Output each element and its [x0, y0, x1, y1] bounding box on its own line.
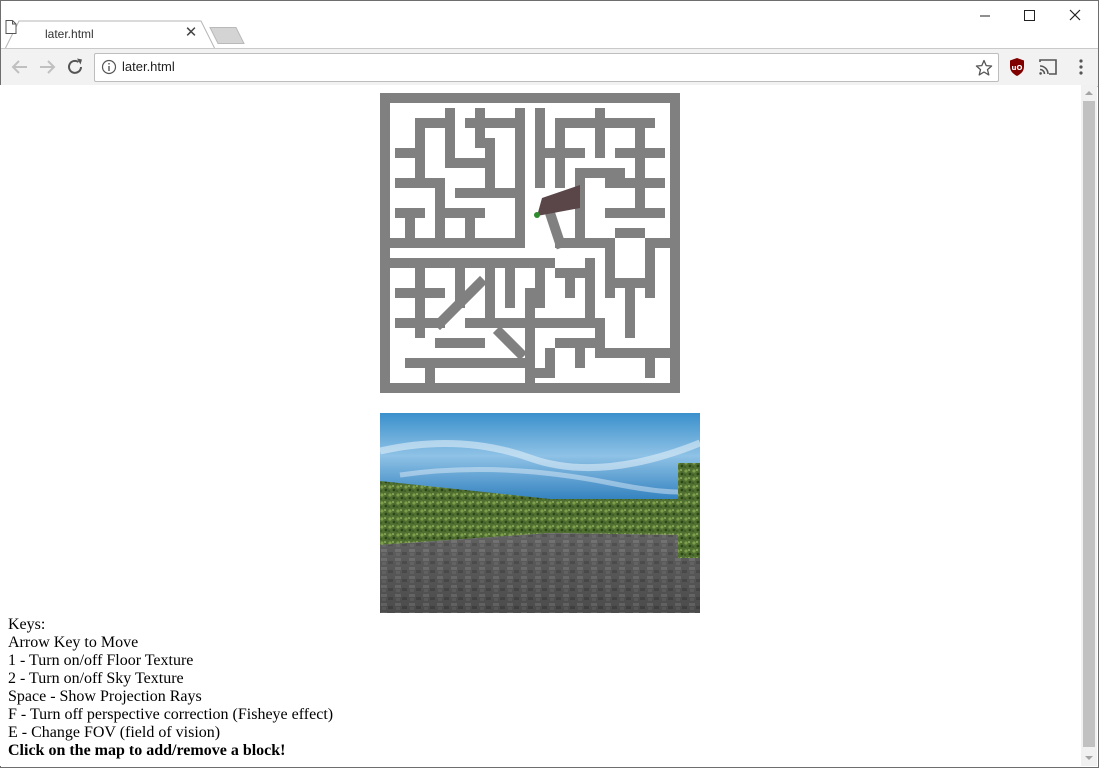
tab-close-icon[interactable]: ✕	[184, 23, 198, 43]
help-line: Arrow Key to Move	[8, 634, 139, 651]
page-content: Keys: Arrow Key to Move 1 - Turn on/off …	[0, 85, 1081, 766]
help-line: E - Change FOV (field of vision)	[8, 724, 221, 741]
browser-toolbar: later.html uO	[1, 48, 1098, 87]
address-text: later.html	[122, 59, 175, 74]
kebab-menu-icon[interactable]	[1073, 57, 1089, 77]
help-line: Space - Show Projection Rays	[8, 688, 202, 705]
player-marker	[534, 212, 540, 218]
help-line: 1 - Turn on/off Floor Texture	[8, 652, 194, 669]
info-icon[interactable]	[101, 59, 117, 75]
svg-text:uO: uO	[1012, 64, 1023, 72]
scroll-up-arrow-icon[interactable]	[1081, 85, 1097, 101]
minimize-icon	[980, 15, 990, 17]
maximize-icon	[1024, 10, 1035, 21]
ublock-origin-icon[interactable]: uO	[1007, 57, 1027, 77]
maze-map[interactable]	[380, 93, 680, 393]
vertical-scrollbar[interactable]	[1081, 85, 1097, 766]
help-emphasis: Click on the map to add/remove a block!	[8, 742, 286, 759]
cast-icon[interactable]	[1038, 58, 1058, 76]
scroll-down-arrow-icon[interactable]	[1081, 750, 1097, 766]
address-bar[interactable]: later.html	[94, 53, 999, 82]
hedge-wall-near	[678, 463, 700, 558]
raycast-view	[380, 413, 700, 613]
close-icon	[1069, 9, 1081, 21]
maximize-button[interactable]	[1007, 4, 1051, 28]
forward-button[interactable]	[35, 55, 59, 79]
help-line: 2 - Turn on/off Sky Texture	[8, 670, 184, 687]
keys-help: Keys: Arrow Key to Move 1 - Turn on/off …	[8, 616, 708, 760]
new-tab-icon	[209, 27, 245, 44]
tab-title: later.html	[45, 27, 94, 41]
close-window-button[interactable]	[1051, 4, 1095, 28]
reload-icon	[68, 58, 82, 74]
minimize-button[interactable]	[963, 4, 1007, 28]
scroll-thumb[interactable]	[1083, 101, 1095, 747]
back-button[interactable]	[8, 55, 32, 79]
back-arrow-icon	[11, 60, 27, 74]
new-tab-button[interactable]	[208, 27, 248, 47]
tab-strip: later.html ✕	[1, 1, 1098, 50]
help-line: Keys:	[8, 616, 46, 633]
forward-arrow-icon	[40, 60, 56, 74]
file-icon	[5, 20, 17, 34]
reload-button[interactable]	[63, 55, 87, 79]
star-icon[interactable]	[974, 58, 994, 78]
tab-later-html[interactable]: later.html ✕	[5, 20, 215, 50]
help-line: F - Turn off perspective correction (Fis…	[8, 706, 334, 723]
